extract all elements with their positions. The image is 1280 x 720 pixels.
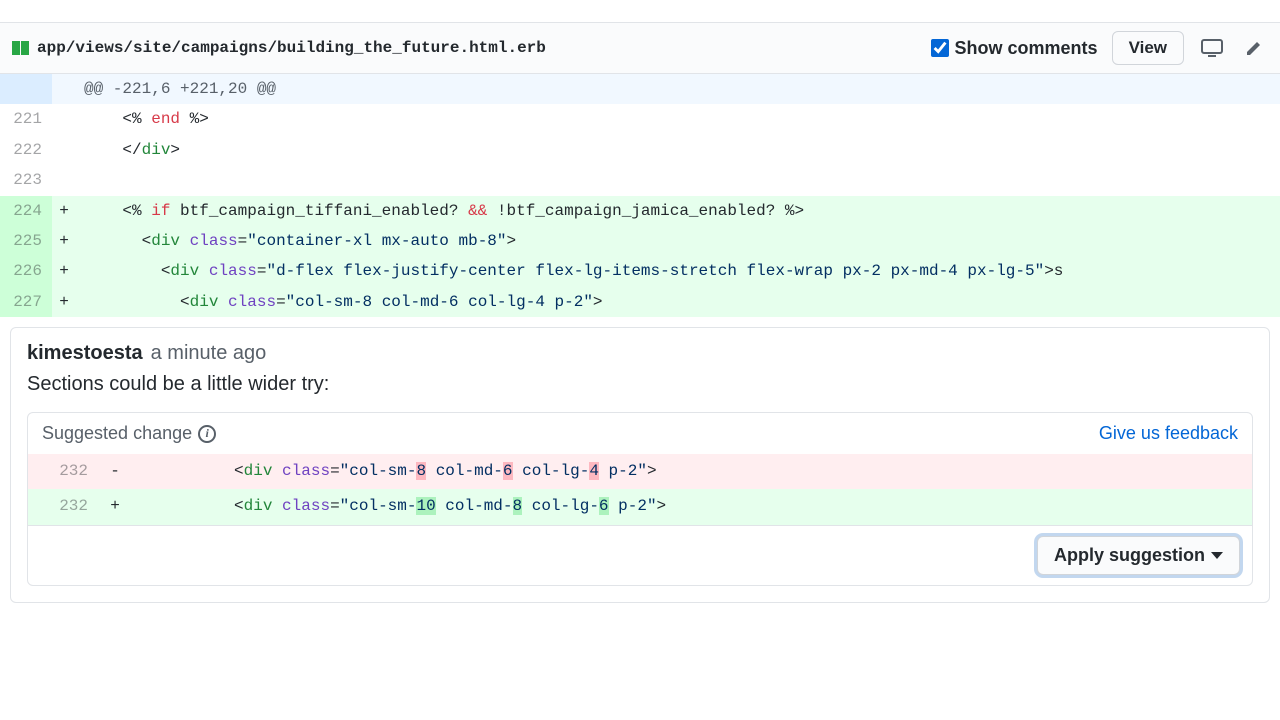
line-number: 232	[28, 454, 100, 489]
code-line: <% if btf_campaign_tiffani_enabled? && !…	[76, 196, 1280, 226]
view-button[interactable]: View	[1112, 31, 1184, 65]
code-line: <div class="container-xl mx-auto mb-8">	[76, 226, 1280, 256]
diff-line-added: 227 + <div class="col-sm-8 col-md-6 col-…	[0, 287, 1280, 317]
diff-line: 221 <% end %>	[0, 104, 1280, 134]
code-line: <div class="col-sm-8 col-md-6 col-lg-4 p…	[130, 454, 1252, 489]
add-marker: +	[100, 489, 130, 524]
display-icon[interactable]	[1198, 34, 1226, 62]
feedback-link[interactable]: Give us feedback	[1099, 423, 1238, 444]
comment-header: kimestoesta a minute ago	[27, 342, 1253, 365]
line-number: 225	[0, 226, 52, 256]
file-header-left: app/views/site/campaigns/building_the_fu…	[12, 39, 546, 57]
chevron-down-icon	[1211, 552, 1223, 559]
info-icon[interactable]: i	[198, 425, 216, 443]
line-number: 224	[0, 196, 52, 226]
line-number: 232	[28, 489, 100, 524]
suggestion-header: Suggested change i Give us feedback	[28, 413, 1252, 454]
code-line: <div class="col-sm-8 col-md-6 col-lg-4 p…	[76, 287, 1280, 317]
file-header-right: Show comments View	[931, 31, 1268, 65]
line-number: 221	[0, 104, 52, 134]
line-number: 227	[0, 287, 52, 317]
suggestion-added-line: 232 + <div class="col-sm-10 col-md-8 col…	[28, 489, 1252, 524]
edit-icon[interactable]	[1240, 34, 1268, 62]
diff-line: 223	[0, 165, 1280, 195]
review-comment: kimestoesta a minute ago Sections could …	[10, 327, 1270, 602]
file-header: app/views/site/campaigns/building_the_fu…	[0, 22, 1280, 74]
diff-stat-icon	[12, 41, 29, 55]
suggestion-footer: Apply suggestion	[28, 525, 1252, 585]
suggestion-diff: 232 - <div class="col-sm-8 col-md-6 col-…	[28, 454, 1252, 524]
line-number: 223	[0, 165, 52, 195]
code-line: <div class="d-flex flex-justify-center f…	[76, 256, 1280, 286]
show-comments-label: Show comments	[955, 38, 1098, 59]
diff-line-added: 226 + <div class="d-flex flex-justify-ce…	[0, 256, 1280, 286]
code-line: </div>	[76, 135, 1280, 165]
add-marker: +	[52, 256, 76, 286]
show-comments-toggle[interactable]: Show comments	[931, 38, 1098, 59]
suggested-change: Suggested change i Give us feedback 232 …	[27, 412, 1253, 585]
comment-author[interactable]: kimestoesta	[27, 342, 143, 365]
line-number: 222	[0, 135, 52, 165]
add-marker: +	[52, 226, 76, 256]
suggestion-deleted-line: 232 - <div class="col-sm-8 col-md-6 col-…	[28, 454, 1252, 489]
diff-line-added: 224 + <% if btf_campaign_tiffani_enabled…	[0, 196, 1280, 226]
code-line: <div class="col-sm-10 col-md-8 col-lg-6 …	[130, 489, 1252, 524]
comment-timestamp: a minute ago	[151, 342, 267, 365]
file-path: app/views/site/campaigns/building_the_fu…	[37, 39, 546, 57]
suggestion-title: Suggested change i	[42, 423, 216, 444]
diff-line-added: 225 + <div class="container-xl mx-auto m…	[0, 226, 1280, 256]
comment-body: Sections could be a little wider try:	[27, 373, 1253, 396]
add-marker: +	[52, 287, 76, 317]
show-comments-checkbox[interactable]	[931, 39, 949, 57]
add-marker: +	[52, 196, 76, 226]
code-line	[76, 165, 1280, 195]
hunk-header: @@ -221,6 +221,20 @@	[0, 74, 1280, 104]
diff-line: 222 </div>	[0, 135, 1280, 165]
diff-table: @@ -221,6 +221,20 @@ 221 <% end %> 222 <…	[0, 74, 1280, 317]
line-number: 226	[0, 256, 52, 286]
del-marker: -	[100, 454, 130, 489]
apply-suggestion-button[interactable]: Apply suggestion	[1037, 536, 1240, 575]
code-line: <% end %>	[76, 104, 1280, 134]
